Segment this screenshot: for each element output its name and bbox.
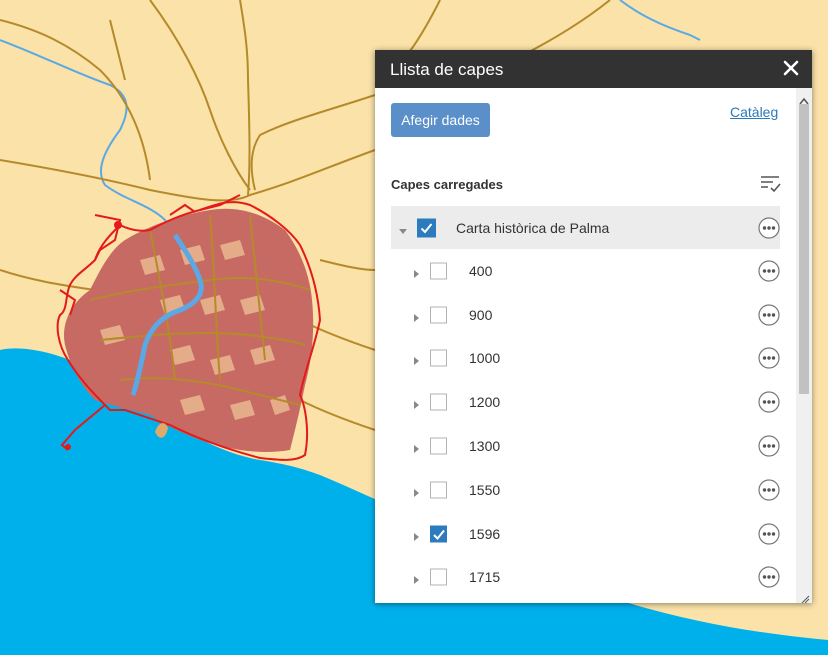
more-options-icon[interactable] — [758, 479, 780, 501]
more-options-icon[interactable] — [758, 347, 780, 370]
caret-right-icon[interactable] — [411, 353, 421, 366]
caret-right-icon[interactable] — [411, 529, 421, 541]
more-options-icon[interactable] — [758, 523, 780, 545]
layer-row[interactable]: 900 — [391, 293, 780, 337]
layer-checkbox[interactable] — [430, 349, 447, 367]
layer-label: 1000 — [469, 350, 501, 367]
layer-row[interactable]: 1300 — [391, 424, 780, 468]
catalog-link[interactable]: Catàleg — [730, 104, 778, 120]
more-options-icon[interactable] — [758, 391, 780, 413]
layer-row[interactable]: 1596 — [391, 512, 780, 556]
scrollbar-thumb[interactable] — [799, 104, 809, 394]
layer-list-panel: Llista de capes Afegir dades Catàleg Cap… — [375, 50, 812, 603]
scroll-up-icon[interactable] — [799, 92, 809, 105]
layer-label: 1550 — [469, 481, 501, 498]
layer-checkbox[interactable] — [430, 262, 447, 280]
sort-checklist-icon[interactable] — [759, 172, 781, 194]
layer-row[interactable]: 1000 — [391, 337, 780, 381]
scrollbar[interactable] — [796, 88, 812, 603]
layer-row[interactable]: 1200 — [391, 380, 780, 424]
layer-label: 1715 — [469, 569, 501, 586]
layer-row[interactable]: 400 — [391, 249, 780, 293]
caret-right-icon[interactable] — [411, 310, 421, 322]
caret-right-icon[interactable] — [411, 485, 421, 497]
layer-checkbox[interactable] — [430, 568, 447, 586]
layer-row[interactable]: 1550 — [391, 468, 780, 512]
layer-list: Carta històrica de Palma 400 900 1000 1200 1… — [391, 206, 780, 599]
caret-down-icon[interactable] — [398, 223, 408, 234]
more-options-icon[interactable] — [758, 304, 780, 326]
layer-checkbox[interactable] — [430, 393, 447, 411]
layer-group-row[interactable]: Carta històrica de Palma — [391, 206, 780, 249]
layer-checkbox[interactable] — [430, 437, 447, 455]
panel-header: Llista de capes — [375, 50, 812, 88]
caret-right-icon[interactable] — [411, 572, 421, 585]
layer-checkbox[interactable] — [417, 218, 436, 237]
panel-title: Llista de capes — [390, 60, 504, 79]
resize-handle-icon[interactable] — [800, 591, 810, 603]
more-options-icon[interactable] — [758, 216, 780, 239]
layer-checkbox[interactable] — [430, 481, 447, 499]
layer-label: 1596 — [469, 525, 501, 542]
close-icon[interactable] — [780, 57, 802, 79]
caret-right-icon[interactable] — [411, 266, 421, 278]
add-data-button[interactable]: Afegir dades — [391, 103, 490, 137]
layer-checkbox[interactable] — [430, 306, 447, 324]
layer-group-label: Carta històrica de Palma — [456, 219, 610, 236]
layer-checkbox[interactable] — [430, 525, 447, 543]
more-options-icon[interactable] — [758, 260, 780, 282]
loaded-layers-label: Capes carregades — [391, 177, 504, 192]
more-options-icon[interactable] — [758, 566, 780, 589]
more-options-icon[interactable] — [758, 435, 780, 457]
caret-right-icon[interactable] — [411, 441, 421, 454]
layer-label: 900 — [469, 306, 493, 323]
layer-label: 1300 — [469, 438, 501, 455]
layer-label: 400 — [469, 262, 493, 279]
layer-label: 1200 — [469, 394, 501, 411]
layer-row[interactable]: 1715 — [391, 556, 780, 600]
caret-right-icon[interactable] — [411, 397, 421, 410]
